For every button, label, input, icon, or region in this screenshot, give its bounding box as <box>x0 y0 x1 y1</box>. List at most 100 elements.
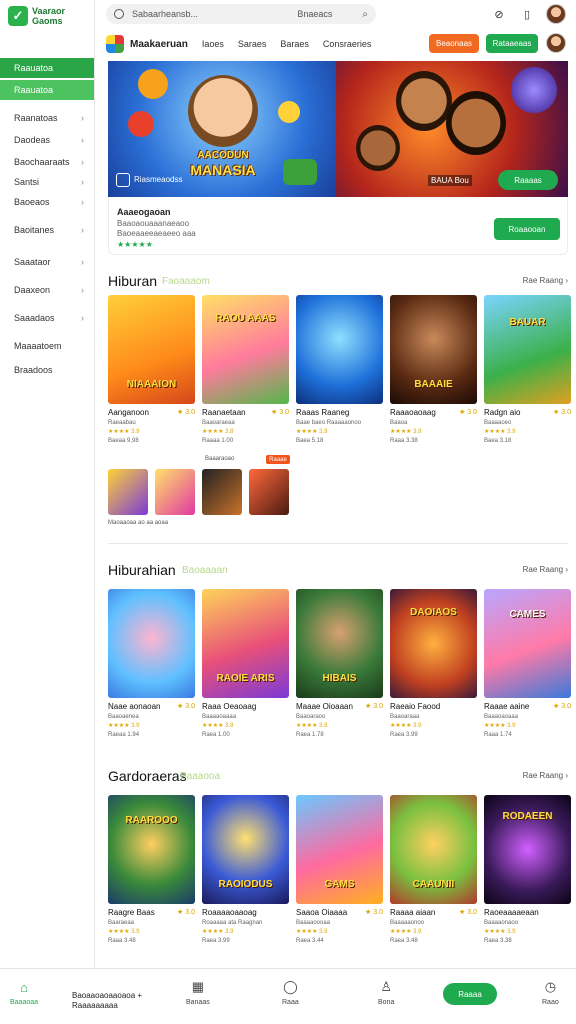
link-icon[interactable]: ⊘ <box>490 5 508 23</box>
mini-thumbnail[interactable] <box>108 469 148 515</box>
nav-link[interactable]: Saraes <box>238 39 267 49</box>
game-meta: Raea 3.44 <box>296 938 324 944</box>
game-meta: Baeaa 9,98 <box>108 438 139 444</box>
see-all-link[interactable]: Rae Raang › <box>523 276 568 285</box>
sidebar-item[interactable]: Raanatoas › <box>0 108 94 128</box>
game-card[interactable]: RAOU AAAS Raanaetaan ★ 3.0 Baaoaraeaa ★★★… <box>202 295 289 445</box>
hero-character <box>356 125 400 171</box>
app-root: ✓ Vaaraor Gaoms Raauatoa Raauatoa Raanat… <box>0 0 576 1024</box>
chevron-right-icon: › <box>81 113 84 123</box>
game-subtitle: Baaaaoaaaa <box>202 714 237 720</box>
featured-card[interactable]: Aaaeogaoan Baaoaouaaanaeaoo Baoeaaeeaeae… <box>108 197 568 255</box>
game-card[interactable]: Raaas Raaneg Baae baeo Raaaaaonoo ★★★★ 3… <box>296 295 383 445</box>
game-card[interactable]: CAMES Raaae aaine ★ 3.0 Baaaoaoaaa ★★★★ 3… <box>484 589 571 739</box>
green-action-button[interactable]: Rataaeaas <box>486 34 538 53</box>
game-rating: ★ 3.0 <box>177 409 195 416</box>
section-title: Hiburan <box>108 273 158 289</box>
orange-action-button[interactable]: Beaonaas <box>429 34 479 53</box>
game-stars: ★★★★ 3.9 <box>108 723 140 729</box>
game-card[interactable]: NIAAAION Aanganoon ★ 3.0 Raeaabau ★★★★ 3.… <box>108 295 195 445</box>
game-meta: Raea 3.99 <box>202 938 230 944</box>
bottom-nav-item[interactable]: ◯ Raaa <box>282 979 299 1006</box>
game-meta: Raea 1.00 <box>202 732 230 738</box>
game-subtitle: Baaaaoeo <box>484 420 512 426</box>
hero-orb <box>511 67 557 113</box>
game-title: Saaoa Oiaaaa <box>296 908 348 917</box>
avatar[interactable] <box>546 33 566 53</box>
bottom-nav-item[interactable]: ◷ Raao <box>542 979 559 1006</box>
chevron-right-icon: › <box>81 225 84 235</box>
game-stars: ★★★★ 3.9 <box>108 929 140 935</box>
bottom-nav-item[interactable]: ▦ Banaas <box>186 979 210 1006</box>
hero-cta-button[interactable]: Raaaas <box>498 170 558 190</box>
section-header: Hiburahian Baoaaaan Rae Raang › <box>108 562 568 580</box>
nav-row: Maakaeruan Iaoes Saraes Baraes Consraeri… <box>96 30 576 58</box>
game-title: Raaa Oeaoaag <box>202 702 257 711</box>
search-input[interactable]: Sabaarheansb... Bnaeacs ⌕ <box>106 4 376 24</box>
sidebar-item[interactable]: Daodeas › <box>0 130 94 150</box>
avatar[interactable] <box>546 4 566 24</box>
sidebar-item[interactable]: Saaadaos › <box>0 308 94 328</box>
app-logo[interactable]: ✓ Vaaraor Gaoms <box>0 0 94 32</box>
game-rating: ★ 3.0 <box>271 409 289 416</box>
game-card[interactable]: HIBAIS Maaae Oioaaan ★ 3.0 Baaoaraoo ★★★★… <box>296 589 383 739</box>
game-card[interactable]: BAUAR Radgn aio ★ 3.0 Baaaaoeo ★★★★ 3.9 B… <box>484 295 571 445</box>
mini-tag[interactable]: Raaae <box>266 455 290 464</box>
sidebar-item[interactable]: Daaxeon › <box>0 280 94 300</box>
game-card[interactable]: RAOIE ARIS Raaa Oeaoaag Baaaaoaaaa ★★★★ … <box>202 589 289 739</box>
sidebar-item[interactable]: Baoeaos › <box>0 192 94 212</box>
game-title: Raaae aaine <box>484 702 530 711</box>
sidebar-primary-tab[interactable]: Raauatoa <box>0 58 94 78</box>
mini-thumbnail[interactable] <box>202 469 242 515</box>
mini-thumbnail[interactable] <box>155 469 195 515</box>
sidebar-item[interactable]: Santsi › <box>0 172 94 192</box>
game-meta: Raea 3.38 <box>484 938 512 944</box>
nav-link[interactable]: Baraes <box>280 39 309 49</box>
bottom-nav-cta-button[interactable]: Raaaa <box>443 983 497 1005</box>
game-card[interactable]: RODAEEN Raoeaaaaeaan Baaaaonaoo ★★★★ 3.9… <box>484 795 571 945</box>
see-all-link[interactable]: Rae Raang › <box>523 771 568 780</box>
game-subtitle: Baaoaraeaa <box>202 420 235 426</box>
game-card[interactable]: GAMS Saaoa Oiaaaa ★ 3.0 Baaaaoooaa ★★★★ 3… <box>296 795 383 945</box>
search-submit-icon[interactable]: ⌕ <box>362 9 368 20</box>
game-stars: ★★★★ 3.8 <box>296 723 328 729</box>
game-title: Radgn aio <box>484 408 521 417</box>
featured-button[interactable]: Roaaooan <box>494 218 560 240</box>
nav-link[interactable]: Consraeries <box>323 39 372 49</box>
brand-logo-icon[interactable] <box>106 35 124 53</box>
nav-link[interactable]: Iaoes <box>202 39 224 49</box>
sidebar-item[interactable]: Braadoos <box>0 360 94 380</box>
sidebar-secondary-tab[interactable]: Raauatoa <box>0 80 94 100</box>
sidebar-item[interactable]: Baoitanes › <box>0 220 94 240</box>
game-title: Maaae Oioaaan <box>296 702 353 711</box>
mini-thumb-row <box>108 469 289 515</box>
game-card[interactable]: DAOIAOS Raeaio Faood Baaoaraaa ★★★★ 3.9 … <box>390 589 477 739</box>
user-icon: ♙ <box>380 979 392 994</box>
bottom-nav-home[interactable]: ⌂ Baaaoaa <box>10 979 38 1007</box>
see-all-link[interactable]: Rae Raang › <box>523 565 568 574</box>
chevron-right-icon: › <box>81 177 84 187</box>
game-title: Raaaoaoaag <box>390 408 436 417</box>
mini-thumbnail[interactable] <box>249 469 289 515</box>
sidebar-item[interactable]: Saaataor › <box>0 252 94 272</box>
bottom-nav-item[interactable]: ♙ Bona <box>378 979 394 1006</box>
featured-stars: ★★★★★ <box>117 240 153 249</box>
sidebar-item[interactable]: Maaaatoem <box>0 336 94 356</box>
game-card[interactable]: Naae aonaoan ★ 3.0 Baaoaenea ★★★★ 3.9 Rae… <box>108 589 195 739</box>
game-card[interactable]: RAOIODUS Roaaaaoaaoag Roaaaaa ata Raagna… <box>202 795 289 945</box>
game-thumbnail: RAOIODUS <box>202 795 289 904</box>
game-subtitle: Baaaaonaoo <box>484 920 519 926</box>
game-rating: ★ 3.0 <box>365 703 383 710</box>
game-subtitle: Roaaaaa ata Raagnan <box>202 920 263 926</box>
clock-icon: ◷ <box>544 979 557 994</box>
game-card[interactable]: RAAROOO Raagre Baas ★ 3.0 Baaraeaa ★★★★ 3… <box>108 795 195 945</box>
brand-name[interactable]: Maakaeruan <box>130 39 188 50</box>
game-card[interactable]: BAAAIE Raaaoaoaag ★ 3.0 Baaoa ★★★★ 3.9 Ra… <box>390 295 477 445</box>
bottom-nav-promo: Baoaaoaoaaoaoa + Raaaaaaaaa <box>72 991 143 1010</box>
hero-banner[interactable]: AACODUN MANASIA Riasmeaodss BAUA Bou Raa… <box>108 61 568 197</box>
game-card[interactable]: CAAUNII Raaaa aiaan ★ 3.0 Baaaaaonoo ★★★★… <box>390 795 477 945</box>
tablet-icon[interactable]: ▯ <box>518 5 536 23</box>
sidebar-item[interactable]: Baochaaraats › <box>0 152 94 172</box>
hero-orb <box>278 101 300 123</box>
game-rating: ★ 3.0 <box>553 703 571 710</box>
